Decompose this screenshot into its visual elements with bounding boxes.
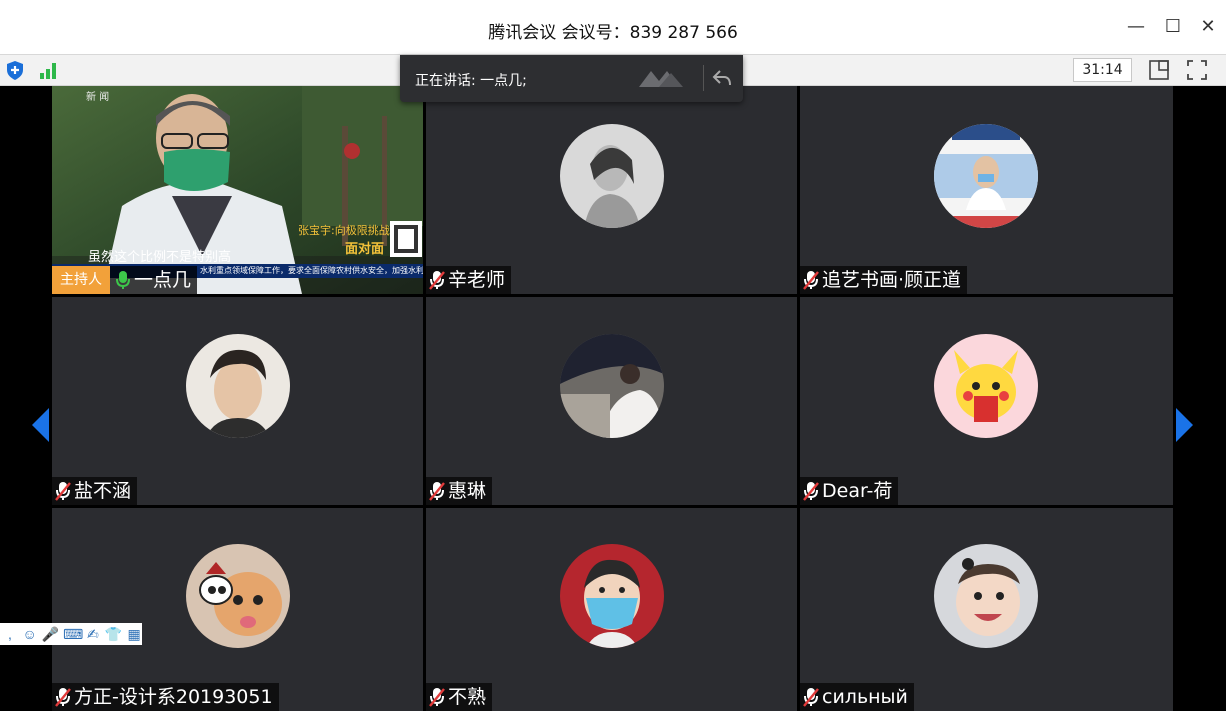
mic-muted-icon [55, 688, 71, 707]
minimize-button[interactable]: — [1125, 16, 1147, 38]
layout-icon[interactable] [1148, 59, 1170, 81]
channel-label: 新 闻 [86, 92, 110, 103]
host-badge: 主持人 [52, 266, 110, 294]
video-subtitle: 虽然这个比例不是特别高 [88, 250, 232, 265]
participant-name-tag: 主持人 一点几 [52, 266, 198, 294]
mic-muted-icon [429, 688, 445, 707]
participant-tile[interactable]: 追艺书画·顾正道 [800, 86, 1173, 294]
participant-name-tag: 盐不涵 [52, 477, 138, 505]
meeting-timer: 31:14 [1073, 58, 1132, 82]
participant-name-tag: 不熟 [426, 683, 493, 711]
participant-tile[interactable]: 不熟 [426, 508, 797, 711]
participant-name: 盐不涵 [74, 480, 132, 502]
participant-tile[interactable]: 方正-设计系20193051 [52, 508, 423, 711]
participant-name-tag: сильный [800, 683, 914, 711]
caption-line: 张宝宇:向极限挑战 [298, 224, 390, 237]
keyboard-icon[interactable]: ⌨ [63, 625, 83, 643]
participant-avatar [560, 544, 664, 648]
participant-name: 惠琳 [448, 480, 487, 502]
mic-muted-icon [803, 688, 819, 707]
participant-name: 一点几 [134, 269, 192, 291]
participant-name-tag: 辛老师 [426, 266, 512, 294]
mic-muted-icon [429, 271, 445, 290]
next-page-arrow-icon[interactable] [1176, 408, 1193, 442]
participant-name-tag: 惠琳 [426, 477, 493, 505]
speaking-text: 正在讲话: 一点几; [415, 73, 527, 89]
ime-toolbar: , ☺ 🎤 ⌨ ✍ 👕 ▦ [0, 623, 142, 645]
close-button[interactable]: ✕ [1197, 16, 1219, 38]
voice-icon[interactable]: 🎤 [42, 625, 59, 643]
participant-name-tag: 追艺书画·顾正道 [800, 266, 968, 294]
participant-tile[interactable]: сильный [800, 508, 1173, 711]
window-title: 腾讯会议 会议号：839 287 566 [488, 23, 738, 43]
speaking-indicator: 正在讲话: 一点几; [400, 55, 743, 102]
participant-avatar [934, 124, 1038, 228]
tencent-meeting-logo-icon [639, 71, 683, 87]
participant-name: 方正-设计系20193051 [74, 686, 273, 708]
participant-tile[interactable]: Dear-荷 [800, 297, 1173, 505]
skin-icon[interactable]: 👕 [105, 625, 122, 643]
participant-avatar [560, 124, 664, 228]
mic-muted-icon [55, 482, 71, 501]
maximize-button[interactable]: ☐ [1162, 16, 1184, 38]
fullscreen-icon[interactable] [1186, 59, 1208, 81]
participant-name-tag: 方正-设计系20193051 [52, 683, 279, 711]
collapse-icon[interactable] [711, 68, 733, 88]
participant-name: 辛老师 [448, 269, 506, 291]
mic-muted-icon [803, 271, 819, 290]
participant-name: 不熟 [448, 686, 487, 708]
shield-icon[interactable] [4, 59, 26, 81]
title-bar: 腾讯会议 会议号：839 287 566 — ☐ ✕ [0, 0, 1226, 55]
participant-name: сильный [822, 686, 908, 708]
program-name: 面对面 [345, 242, 385, 257]
toolbox-icon[interactable]: ▦ [126, 625, 142, 643]
participant-tile[interactable]: 惠琳 [426, 297, 797, 505]
participant-avatar [560, 334, 664, 438]
participant-avatar [934, 544, 1038, 648]
signal-icon[interactable] [38, 59, 60, 81]
prev-page-arrow-icon[interactable] [32, 408, 49, 442]
mic-muted-icon [429, 482, 445, 501]
participant-name: Dear-荷 [822, 480, 893, 502]
mic-muted-icon [803, 482, 819, 501]
participant-name-tag: Dear-荷 [800, 477, 899, 505]
participant-grid: 新 闻 张宝宇:向极限挑战 面对面 虽然这个比例不是特别高 水利重点领域保障工作… [52, 86, 1173, 711]
emoji-icon[interactable]: ☺ [22, 625, 38, 643]
participant-avatar [186, 544, 290, 648]
participant-tile[interactable]: 盐不涵 [52, 297, 423, 505]
handwriting-icon[interactable]: ✍ [85, 625, 101, 643]
participant-avatar [934, 334, 1038, 438]
participant-avatar [186, 334, 290, 438]
participant-name: 追艺书画·顾正道 [822, 269, 962, 291]
mic-on-icon [116, 271, 130, 289]
comma-icon[interactable]: , [2, 625, 18, 643]
news-ticker: 水利重点领域保障工作，要求全面保障农村供水安全，加强水利 [200, 266, 423, 275]
participant-tile[interactable]: 新 闻 张宝宇:向极限挑战 面对面 虽然这个比例不是特别高 水利重点领域保障工作… [52, 86, 423, 294]
participant-tile[interactable]: 辛老师 [426, 86, 797, 294]
